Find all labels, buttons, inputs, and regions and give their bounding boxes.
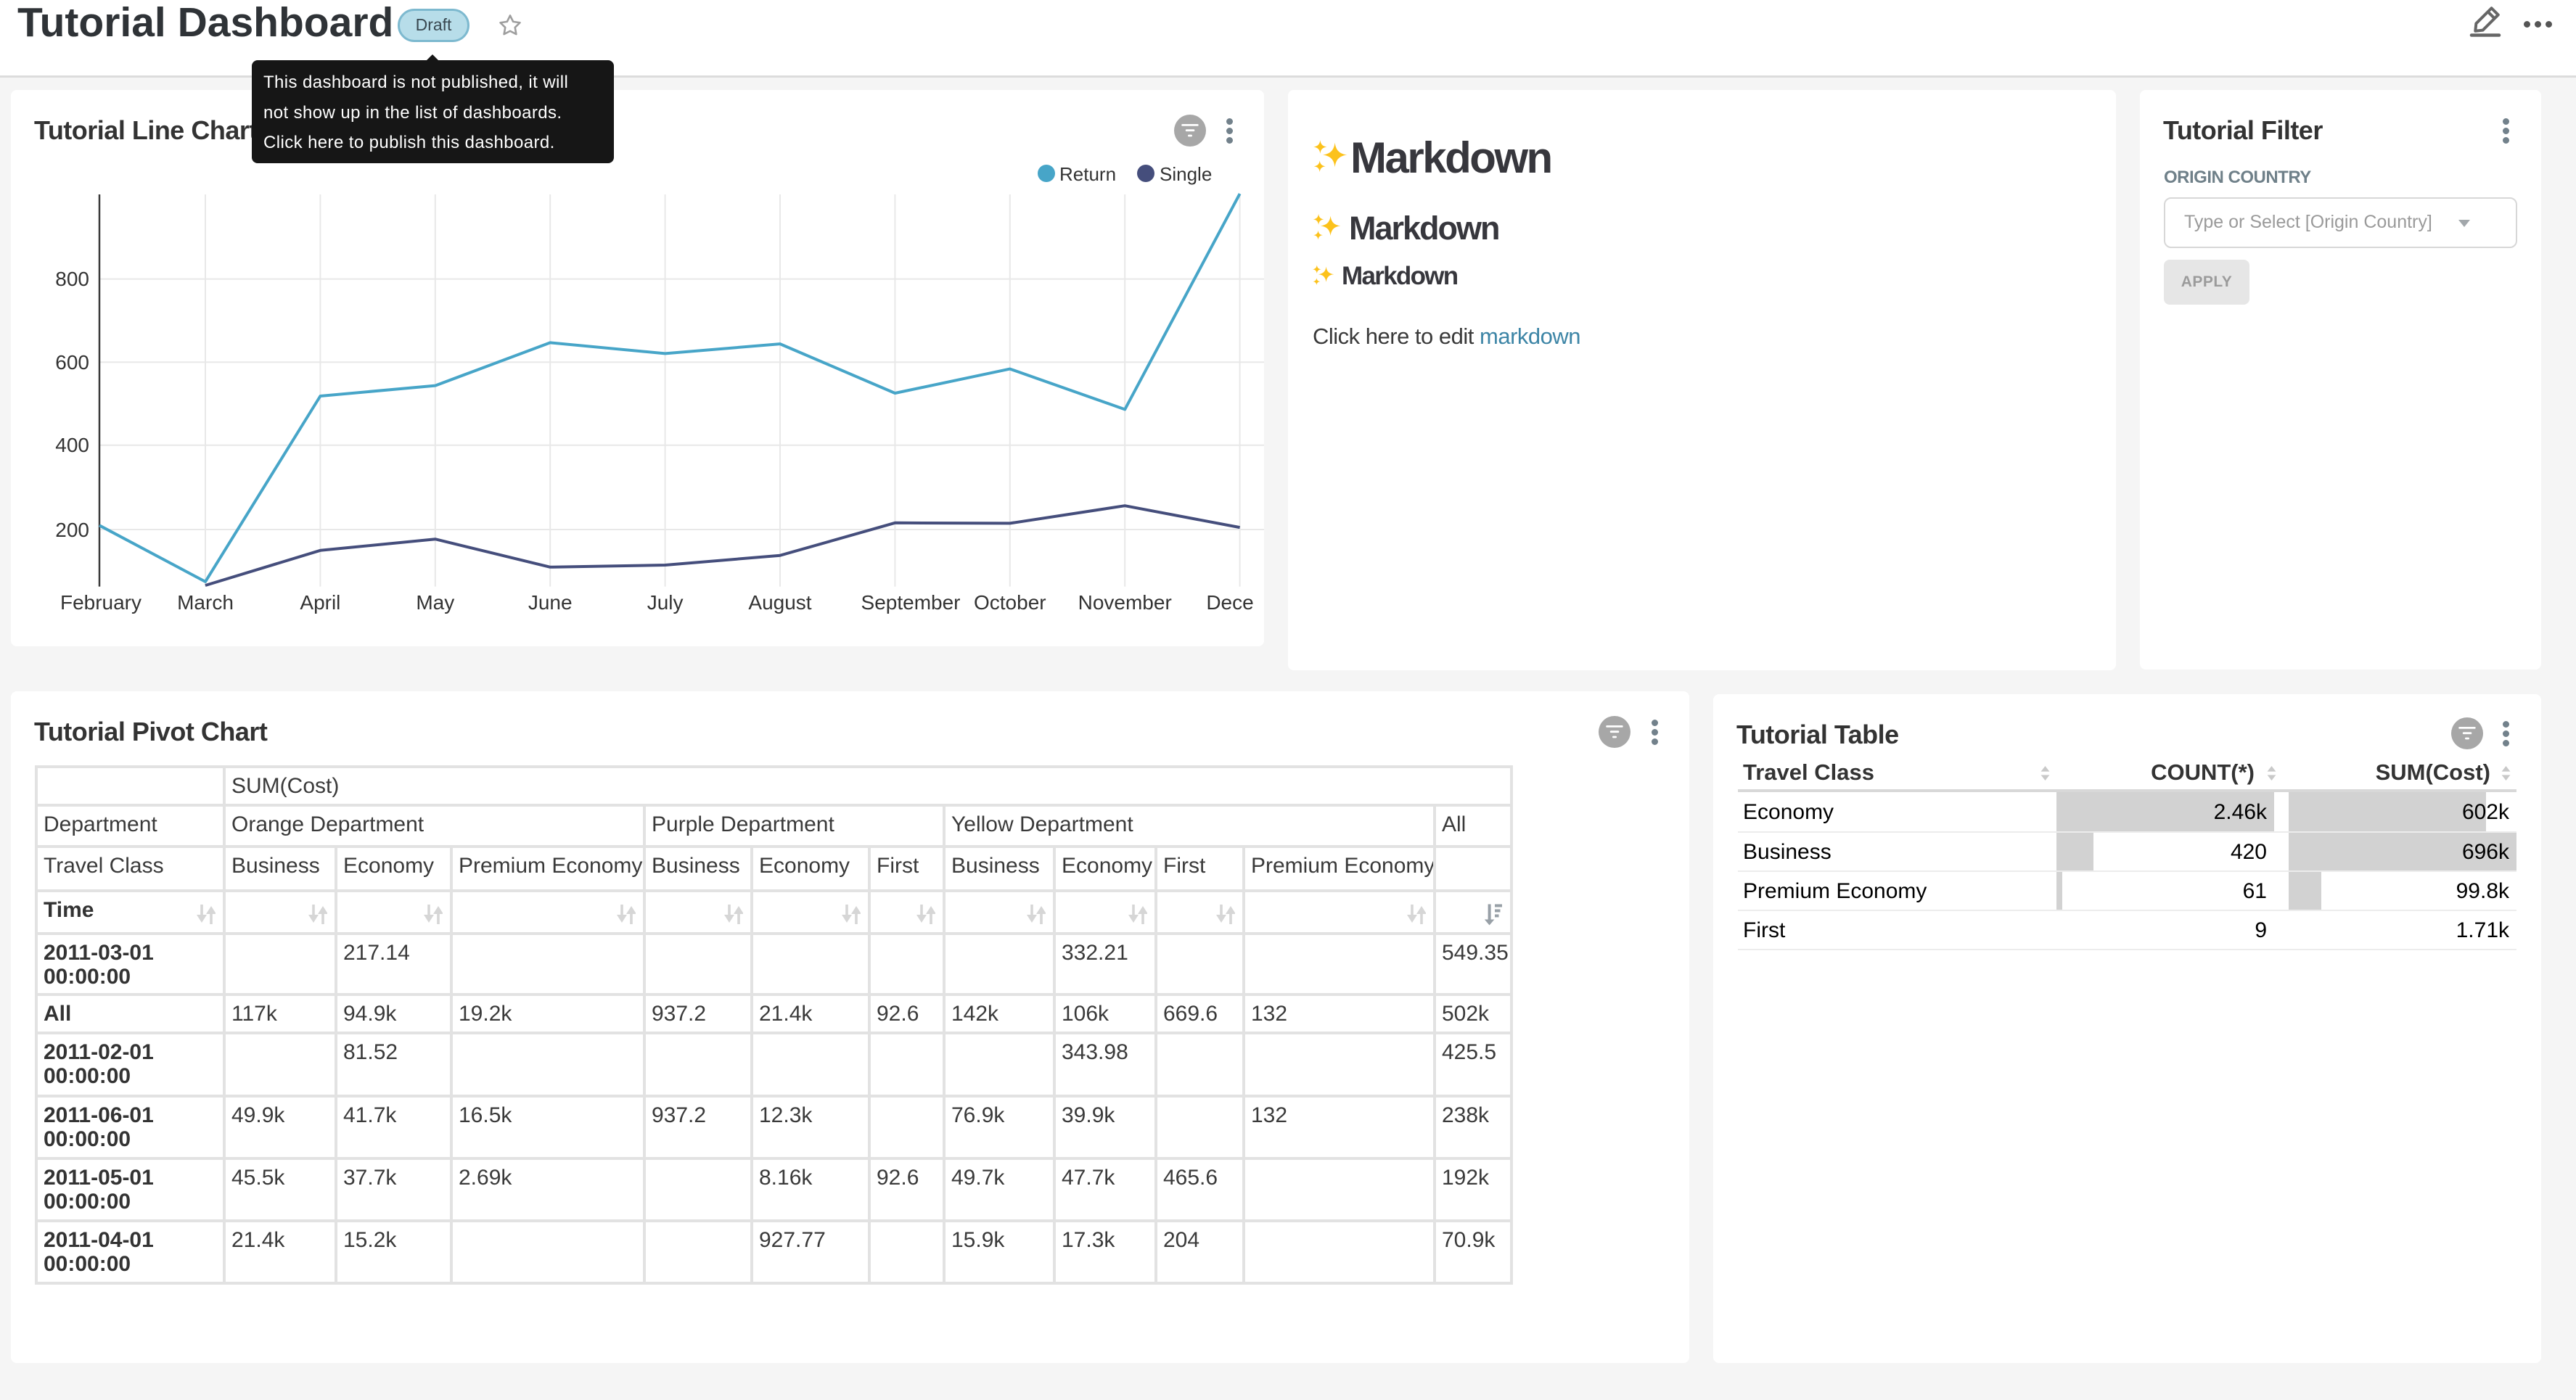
svg-text:April: April <box>300 591 340 614</box>
svg-text:400: 400 <box>55 434 89 456</box>
svg-text:600: 600 <box>55 351 89 374</box>
svg-text:August: August <box>748 591 811 614</box>
svg-text:March: March <box>177 591 234 614</box>
svg-text:February: February <box>60 591 141 614</box>
svg-text:Dece: Dece <box>1206 591 1253 614</box>
svg-text:October: October <box>974 591 1046 614</box>
svg-text:September: September <box>861 591 961 614</box>
svg-text:May: May <box>416 591 454 614</box>
svg-text:July: July <box>647 591 684 614</box>
svg-text:November: November <box>1078 591 1172 614</box>
svg-text:June: June <box>528 591 573 614</box>
svg-text:200: 200 <box>55 519 89 541</box>
svg-text:800: 800 <box>55 268 89 290</box>
